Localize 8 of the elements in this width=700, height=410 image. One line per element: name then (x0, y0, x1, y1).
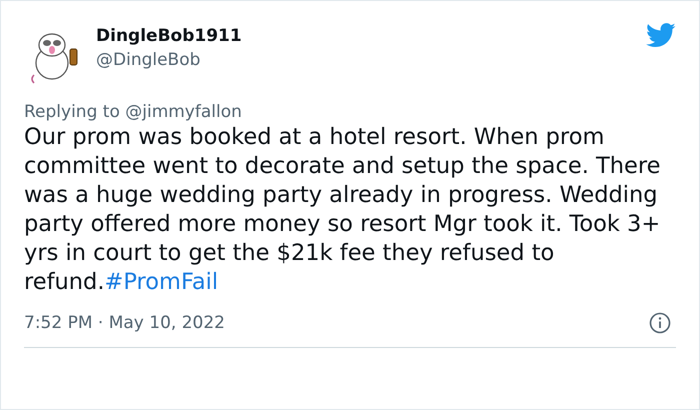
bird-logo-icon[interactable] (646, 23, 676, 48)
tweet-text: Our prom was booked at a hotel resort. When prom committee went to decorate and setup the space. There was a huge wedding party already in progress. Wedding party offered more money so resort Mgr took it. Took 3+ yrs in court to get the $21k fee they refused to refund.#PromFail (24, 123, 662, 297)
user-handle[interactable]: @DingleBob (96, 48, 242, 72)
timestamp[interactable]: 7:52 PM · May 10, 2022 (24, 311, 225, 335)
info-icon[interactable] (649, 312, 671, 334)
display-name[interactable]: DingleBob1911 (96, 24, 242, 48)
replying-to-text: Replying to @jimmyfallon (24, 101, 243, 124)
hashtag-link[interactable]: #PromFail (104, 269, 218, 295)
